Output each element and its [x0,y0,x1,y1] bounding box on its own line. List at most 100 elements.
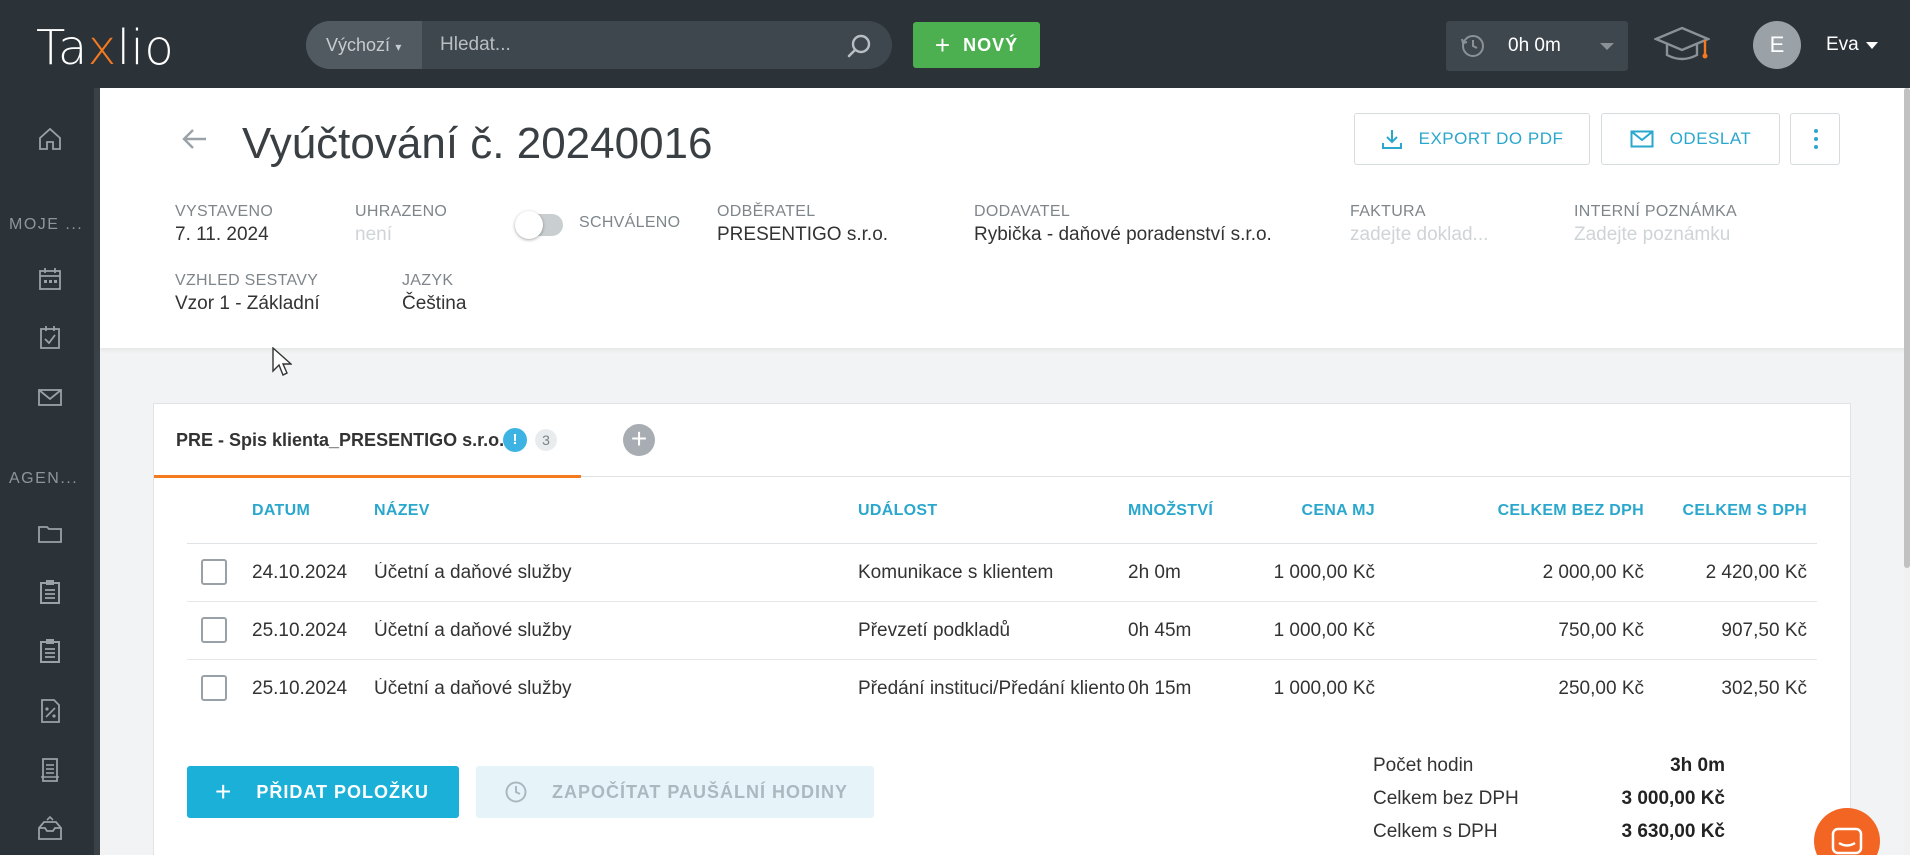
summary-net-value: 3 000,00 Kč [1621,788,1725,809]
logo-part-accent: x [87,20,117,76]
cell-date: 25.10.2024 [252,620,348,641]
paid-value[interactable]: není [355,224,392,246]
tasks-icon[interactable] [35,323,65,353]
time-tracker[interactable]: 0h 0m [1446,21,1628,71]
add-item-label: PŘIDAT POLOŽKU [256,781,430,802]
tab-bar: PRE - Spis klienta_PRESENTIGO s.r.o. ! 3… [154,404,1850,478]
cell-total-net: 2 000,00 Kč [1542,562,1644,583]
timer-value: 0h 0m [1508,35,1561,56]
internal-note-label: INTERNÍ POZNÁMKA [1574,203,1738,220]
search-scope-dropdown[interactable]: Výchozí ▾ [306,21,422,69]
summary-gross-label: Celkem s DPH [1373,821,1498,842]
invoice-icon[interactable] [35,696,65,726]
send-button[interactable]: ODESLAT [1601,113,1780,165]
graduation-cap-icon[interactable] [1654,22,1710,68]
cell-total-gross: 907,50 Kč [1721,620,1807,641]
column-header-unit-price[interactable]: CENA MJ [1254,502,1375,520]
caret-down-icon [1600,43,1614,50]
dot [1814,145,1818,149]
paid-label: UHRAZENO [355,203,448,220]
history-clock-icon [1461,35,1484,57]
column-header-name[interactable]: NÁZEV [374,502,430,520]
new-button[interactable]: + NOVÝ [913,22,1040,68]
row-checkbox[interactable] [201,559,227,585]
column-header-date[interactable]: DATUM [252,502,310,520]
logo-part: Ta [36,20,88,76]
column-header-total-net[interactable]: CELKEM BEZ DPH [1474,502,1644,520]
issued-value[interactable]: 7. 11. 2024 [175,224,269,246]
row-checkbox[interactable] [201,675,227,701]
search-bar: Výchozí ▾ [306,21,892,69]
plus-icon: + [934,30,952,60]
mouse-pointer-icon [272,347,292,376]
column-header-quantity[interactable]: MNOŽSTVÍ [1128,502,1213,520]
caret-down-icon: ▾ [392,40,402,54]
clipboard-icon[interactable] [35,577,65,607]
page-title: Vyúčtování č. 20240016 [242,119,713,168]
approved-toggle[interactable] [515,211,563,239]
app-logo[interactable]: Taxlio [36,20,174,76]
layout-value[interactable]: Vzor 1 - Základní [175,293,320,315]
cell-quantity: 2h 0m [1128,562,1181,583]
summary-gross-value: 3 630,00 Kč [1621,821,1725,842]
user-name[interactable]: Eva [1826,34,1859,56]
tab-client-file[interactable]: PRE - Spis klienta_PRESENTIGO s.r.o. ! 3 [154,404,581,478]
add-item-button[interactable]: + PŘIDAT POLOŽKU [187,766,459,818]
billing-items-card: PRE - Spis klienta_PRESENTIGO s.r.o. ! 3… [153,403,1851,855]
summary-hours-label: Počet hodin [1373,755,1474,776]
internal-note-field[interactable]: Zadejte poznámku [1574,224,1730,246]
envelope-icon [1630,130,1654,148]
table-row[interactable]: 25.10.2024 Účetní a daňové služby Převze… [187,602,1817,660]
billing-header: Vyúčtování č. 20240016 EXPORT DO PDF ODE… [100,88,1910,348]
invoice-field[interactable]: zadejte doklad... [1350,224,1488,246]
clipboard-icon[interactable] [35,636,65,666]
document-icon[interactable] [35,755,65,785]
top-bar: Taxlio Výchozí ▾ + NOVÝ 0h 0m E Eva [0,0,1910,88]
customer-value[interactable]: PRESENTIGO s.r.o. [717,224,888,246]
cell-event: Převzetí podkladů [858,620,1011,641]
cell-unit-price: 1 000,00 Kč [1273,620,1375,641]
more-options-button[interactable] [1790,113,1840,165]
cell-name: Účetní a daňové služby [374,620,572,641]
back-arrow-icon[interactable] [178,123,210,155]
logo-part: lio [116,20,175,76]
add-tab-button[interactable]: + [623,424,655,456]
avatar[interactable]: E [1753,21,1801,69]
export-pdf-button[interactable]: EXPORT DO PDF [1354,113,1590,165]
cell-total-net: 750,00 Kč [1558,620,1644,641]
caret-down-icon[interactable] [1866,42,1878,49]
folder-icon[interactable] [35,518,65,548]
search-input[interactable] [422,21,822,69]
sidebar-section-agenda: AGEN... [9,470,79,487]
table-row[interactable]: 24.10.2024 Účetní a daňové služby Komuni… [187,544,1817,602]
flat-hours-label: ZAPOČÍTAT PAUŠÁLNÍ HODINY [552,781,848,802]
scrollbar[interactable] [1904,88,1910,855]
language-label: JAZYK [402,272,454,289]
cell-unit-price: 1 000,00 Kč [1273,562,1375,583]
column-header-event[interactable]: UDÁLOST [858,502,937,520]
row-checkbox[interactable] [201,617,227,643]
send-label: ODESLAT [1669,129,1752,148]
cell-quantity: 0h 45m [1128,620,1192,641]
approved-label: SCHVÁLENO [579,214,681,231]
chat-icon [1831,827,1863,855]
calendar-icon[interactable] [35,264,65,294]
tab-label: PRE - Spis klienta_PRESENTIGO s.r.o. [176,430,505,450]
dot [1814,129,1818,133]
scrollbar-thumb[interactable] [1904,88,1910,568]
cell-total-gross: 2 420,00 Kč [1705,562,1807,583]
export-pdf-label: EXPORT DO PDF [1418,129,1564,148]
inbox-icon[interactable] [35,814,65,844]
issued-label: VYSTAVENO [175,203,274,220]
column-header-total-gross[interactable]: CELKEM S DPH [1654,502,1807,520]
supplier-value[interactable]: Rybička - daňové poradenství s.r.o. [974,224,1272,246]
download-icon [1381,130,1402,149]
search-icon[interactable] [846,33,872,59]
cell-event: Předání instituci/Předání klientovi [858,678,1124,699]
mail-icon[interactable] [35,382,65,412]
chat-launcher-button[interactable] [1814,808,1880,855]
flat-hours-button[interactable]: ZAPOČÍTAT PAUŠÁLNÍ HODINY [476,766,874,818]
table-row[interactable]: 25.10.2024 Účetní a daňové služby Předán… [187,660,1817,718]
home-icon[interactable] [35,124,65,154]
language-value[interactable]: Čeština [402,293,466,315]
